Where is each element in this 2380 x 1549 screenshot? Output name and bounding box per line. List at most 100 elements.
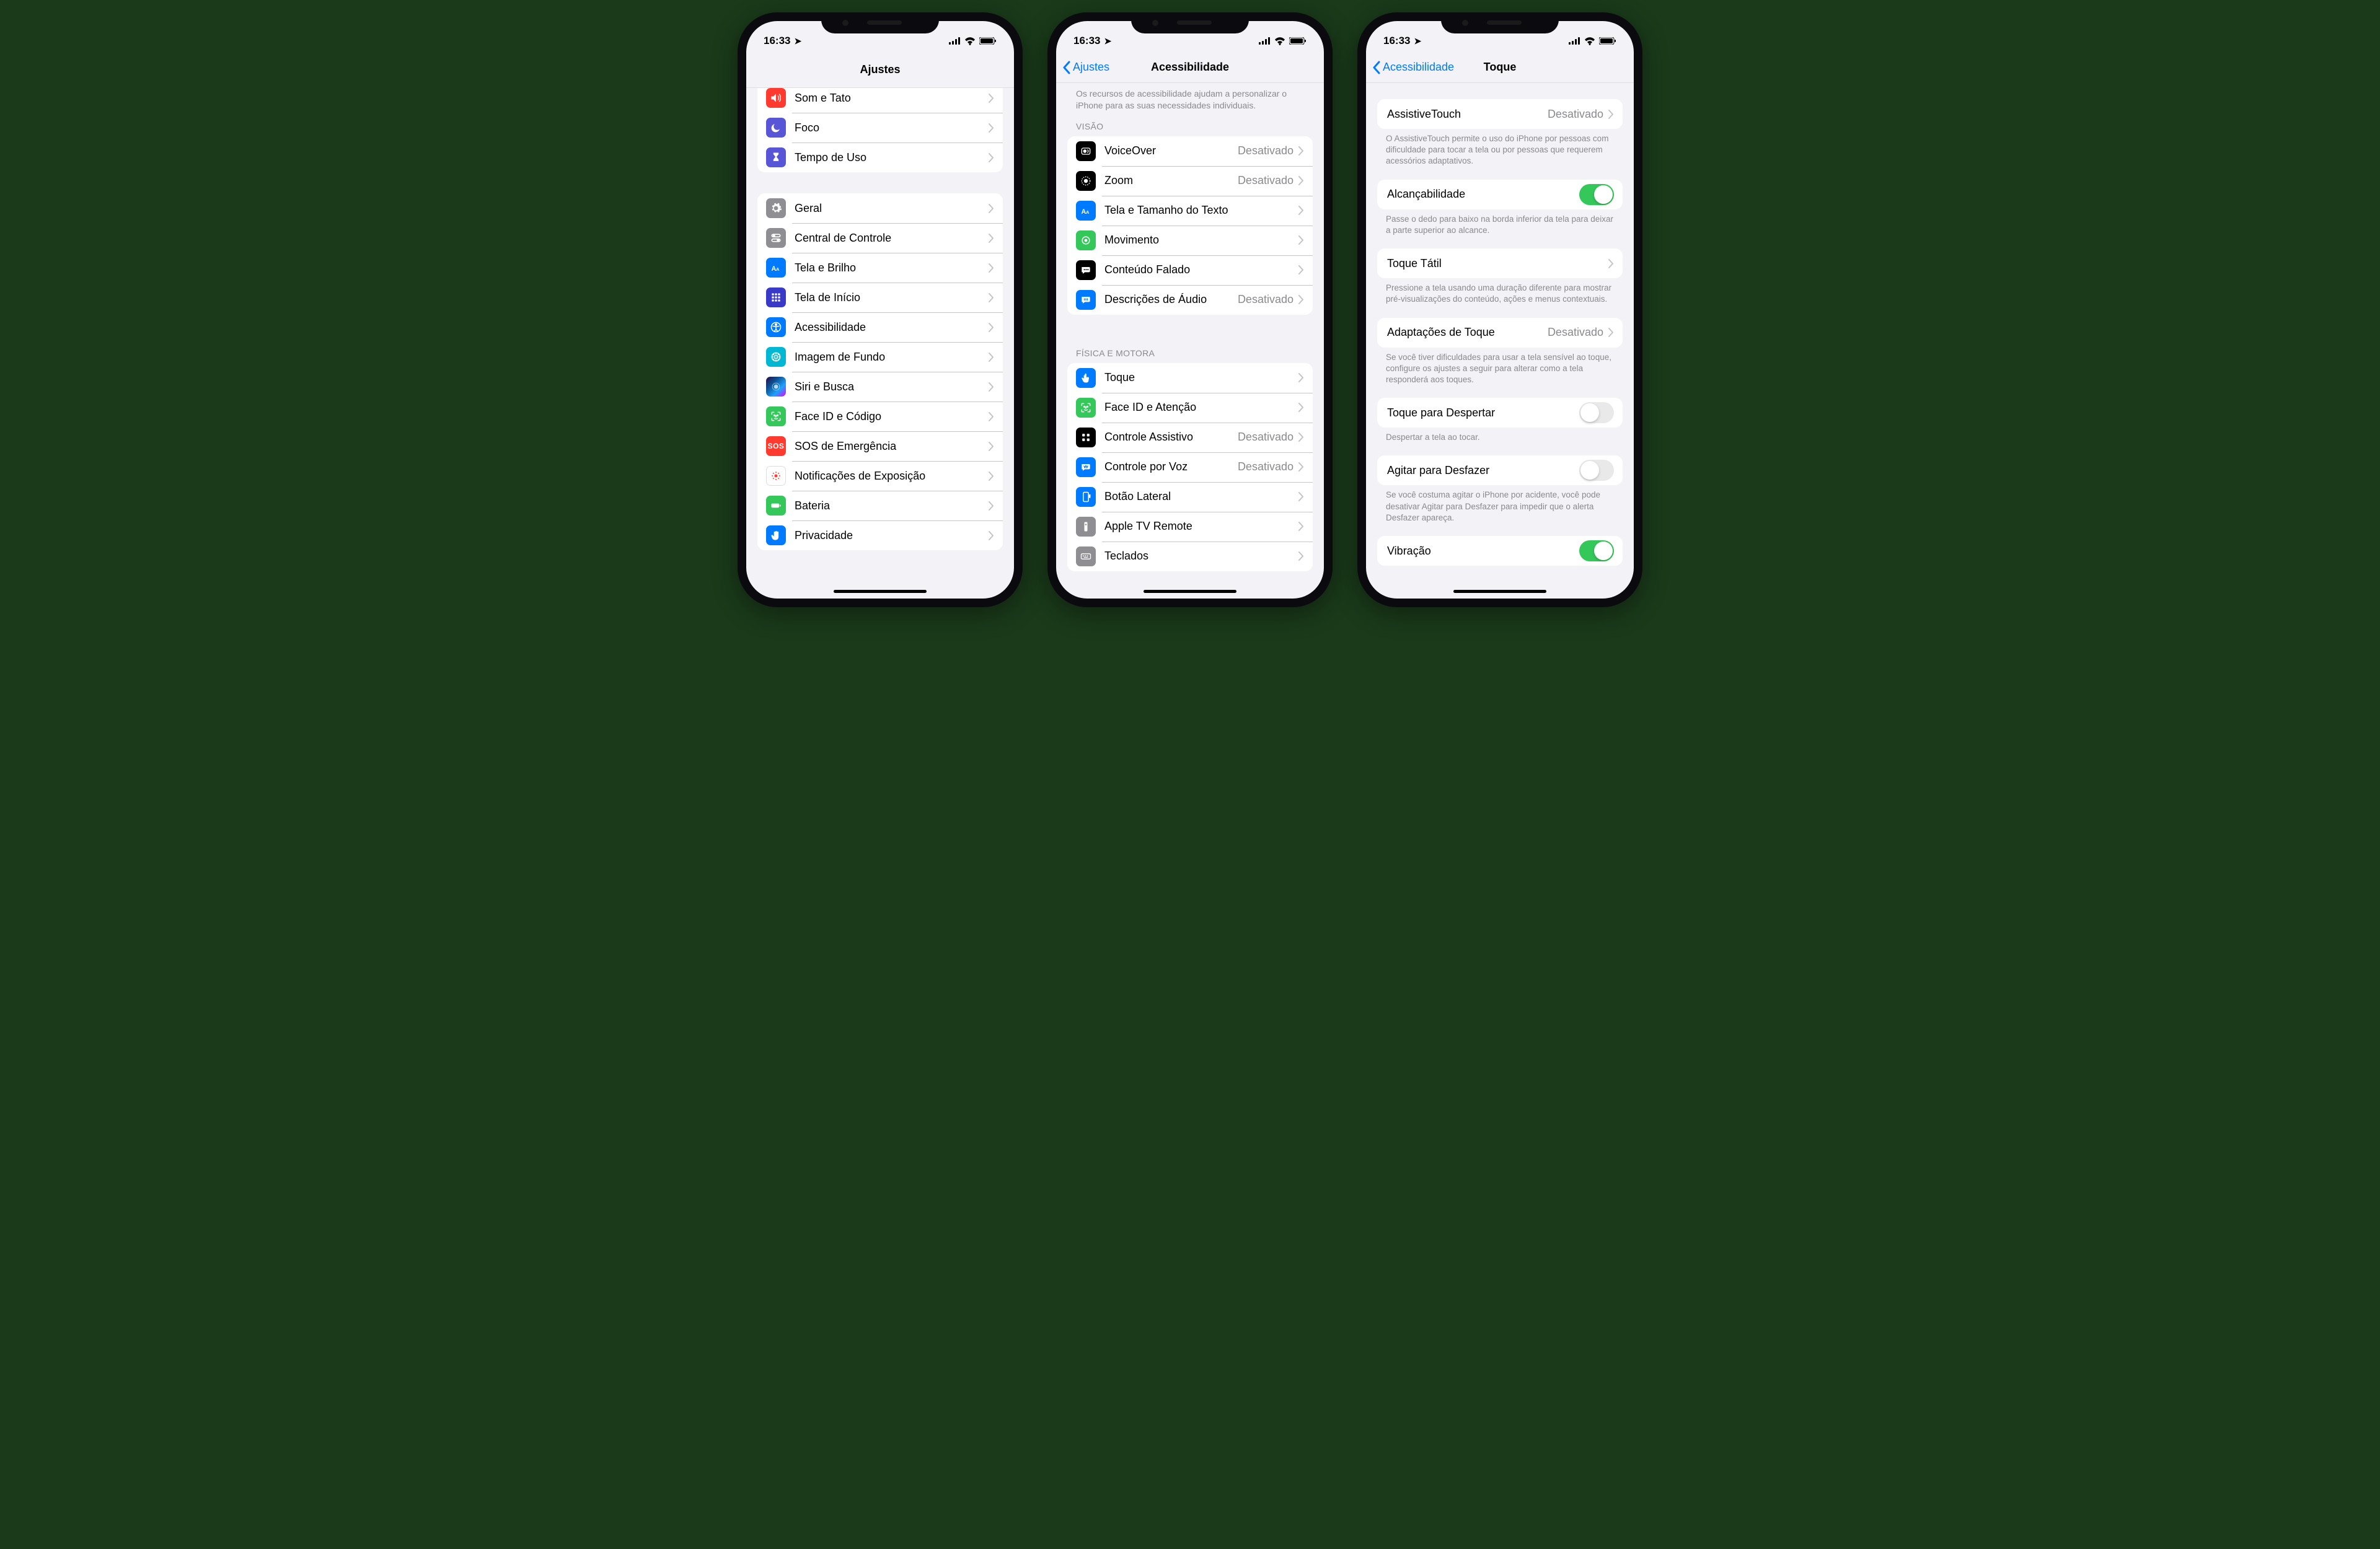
gear-icon [766,198,786,218]
notch [1441,12,1559,33]
motion-icon [1076,230,1096,250]
row-label: Siri e Busca [795,380,989,393]
row-face-id-attention[interactable]: Face ID e Atenção [1067,393,1313,423]
row-screen-time[interactable]: Tempo de Uso [757,143,1003,172]
siri-icon [766,377,786,397]
row-side-button[interactable]: Botão Lateral [1067,482,1313,512]
row-label: Tempo de Uso [795,151,989,164]
row-label: Controle Assistivo [1104,431,1238,444]
row-label: Conteúdo Falado [1104,263,1298,276]
chevron-icon [1298,462,1304,472]
row-general[interactable]: Geral [757,193,1003,223]
wifi-icon [964,37,976,45]
row-spoken-content[interactable]: Conteúdo Falado [1067,255,1313,285]
chevron-icon [989,501,994,511]
chevron-icon [1298,403,1304,412]
switch-vibration[interactable] [1579,540,1614,561]
spoken-content-icon [1076,260,1096,280]
row-keyboards[interactable]: Teclados [1067,542,1313,571]
row-label: Face ID e Código [795,410,989,423]
exposure-icon [766,466,786,486]
home-indicator[interactable] [1453,590,1546,593]
row-display-text-size[interactable]: AA Tela e Tamanho do Texto [1067,196,1313,226]
sos-icon: SOS [766,436,786,456]
row-touch[interactable]: Toque [1067,363,1313,393]
row-label: Movimento [1104,234,1298,247]
row-label: Som e Tato [795,92,989,105]
chevron-icon [1298,265,1304,274]
voice-control-icon [1076,457,1096,477]
row-audio-descriptions[interactable]: Descrições de Áudio Desativado [1067,285,1313,315]
chevron-icon [989,293,994,302]
chevron-icon [989,123,994,133]
footer-haptic-touch: Pressione a tela usando uma duração dife… [1377,278,1623,305]
chevron-icon [1608,259,1614,268]
row-label: Notificações de Exposição [795,470,989,483]
chevron-icon [989,263,994,273]
row-value: Desativado [1238,144,1294,157]
switch-reachability[interactable] [1579,184,1614,205]
back-button[interactable]: Acessibilidade [1372,61,1454,74]
row-accessibility[interactable]: Acessibilidade [757,312,1003,342]
row-control-center[interactable]: Central de Controle [757,223,1003,253]
row-battery[interactable]: Bateria [757,491,1003,520]
row-assistivetouch[interactable]: AssistiveTouch Desativado [1377,99,1623,129]
row-shake-to-undo[interactable]: Agitar para Desfazer [1377,455,1623,485]
row-apple-tv-remote[interactable]: Apple TV Remote [1067,512,1313,542]
location-icon: ➤ [1414,36,1421,46]
switch-shake-to-undo[interactable] [1579,460,1614,481]
footer-tap-to-wake: Despertar a tela ao tocar. [1377,428,1623,443]
battery-icon [1289,37,1307,45]
back-button[interactable]: Ajustes [1062,61,1109,74]
nav-bar: Acessibilidade Toque [1366,52,1634,83]
wifi-icon [1274,37,1285,45]
row-touch-accommodations[interactable]: Adaptações de Toque Desativado [1377,318,1623,348]
row-sos[interactable]: SOS SOS de Emergência [757,431,1003,461]
footer-reachability: Passe o dedo para baixo na borda inferio… [1377,209,1623,236]
face-id-icon [766,406,786,426]
row-home-screen[interactable]: Tela de Início [757,283,1003,312]
row-zoom[interactable]: Zoom Desativado [1067,166,1313,196]
row-voice-control[interactable]: Controle por Voz Desativado [1067,452,1313,482]
home-indicator[interactable] [834,590,927,593]
row-wallpaper[interactable]: Imagem de Fundo [757,342,1003,372]
section-vision-header: VISÃO [1067,115,1313,136]
chevron-icon [1298,235,1304,245]
row-haptic-touch[interactable]: Toque Tátil [1377,248,1623,278]
svg-text:A: A [1086,209,1090,215]
row-siri[interactable]: Siri e Busca [757,372,1003,402]
remote-icon [1076,517,1096,537]
home-indicator[interactable] [1144,590,1236,593]
row-face-id[interactable]: Face ID e Código [757,402,1003,431]
row-tap-to-wake[interactable]: Toque para Despertar [1377,398,1623,428]
row-privacy[interactable]: Privacidade [757,520,1003,550]
row-exposure-notifications[interactable]: Notificações de Exposição [757,461,1003,491]
row-value: Desativado [1548,326,1603,339]
side-button-icon [1076,487,1096,507]
row-display[interactable]: AA Tela e Brilho [757,253,1003,283]
footer-assistivetouch: O AssistiveTouch permite o uso do iPhone… [1377,129,1623,167]
row-switch-control[interactable]: Controle Assistivo Desativado [1067,423,1313,452]
row-focus[interactable]: Foco [757,113,1003,143]
switch-tap-to-wake[interactable] [1579,402,1614,423]
status-time: 16:33 [1073,35,1100,47]
row-label: Face ID e Atenção [1104,401,1298,414]
row-label: Adaptações de Toque [1387,326,1548,339]
row-label: Tela de Início [795,291,989,304]
page-title: Acessibilidade [1151,61,1229,74]
row-motion[interactable]: Movimento [1067,226,1313,255]
chevron-icon [1298,146,1304,156]
row-reachability[interactable]: Alcançabilidade [1377,180,1623,209]
wallpaper-icon [766,347,786,367]
phone-accessibility: 16:33➤ Ajustes Acessibilidade Os recurso… [1047,12,1333,607]
signal-icon [949,37,961,45]
row-label: Zoom [1104,174,1238,187]
row-label: Apple TV Remote [1104,520,1298,533]
row-label: Descrições de Áudio [1104,293,1238,306]
row-voiceover[interactable]: VoiceOver Desativado [1067,136,1313,166]
row-label: Tela e Tamanho do Texto [1104,204,1298,217]
hand-icon [766,525,786,545]
chevron-icon [989,234,994,243]
row-sound-haptics[interactable]: Som e Tato [757,88,1003,113]
row-vibration[interactable]: Vibração [1377,536,1623,566]
